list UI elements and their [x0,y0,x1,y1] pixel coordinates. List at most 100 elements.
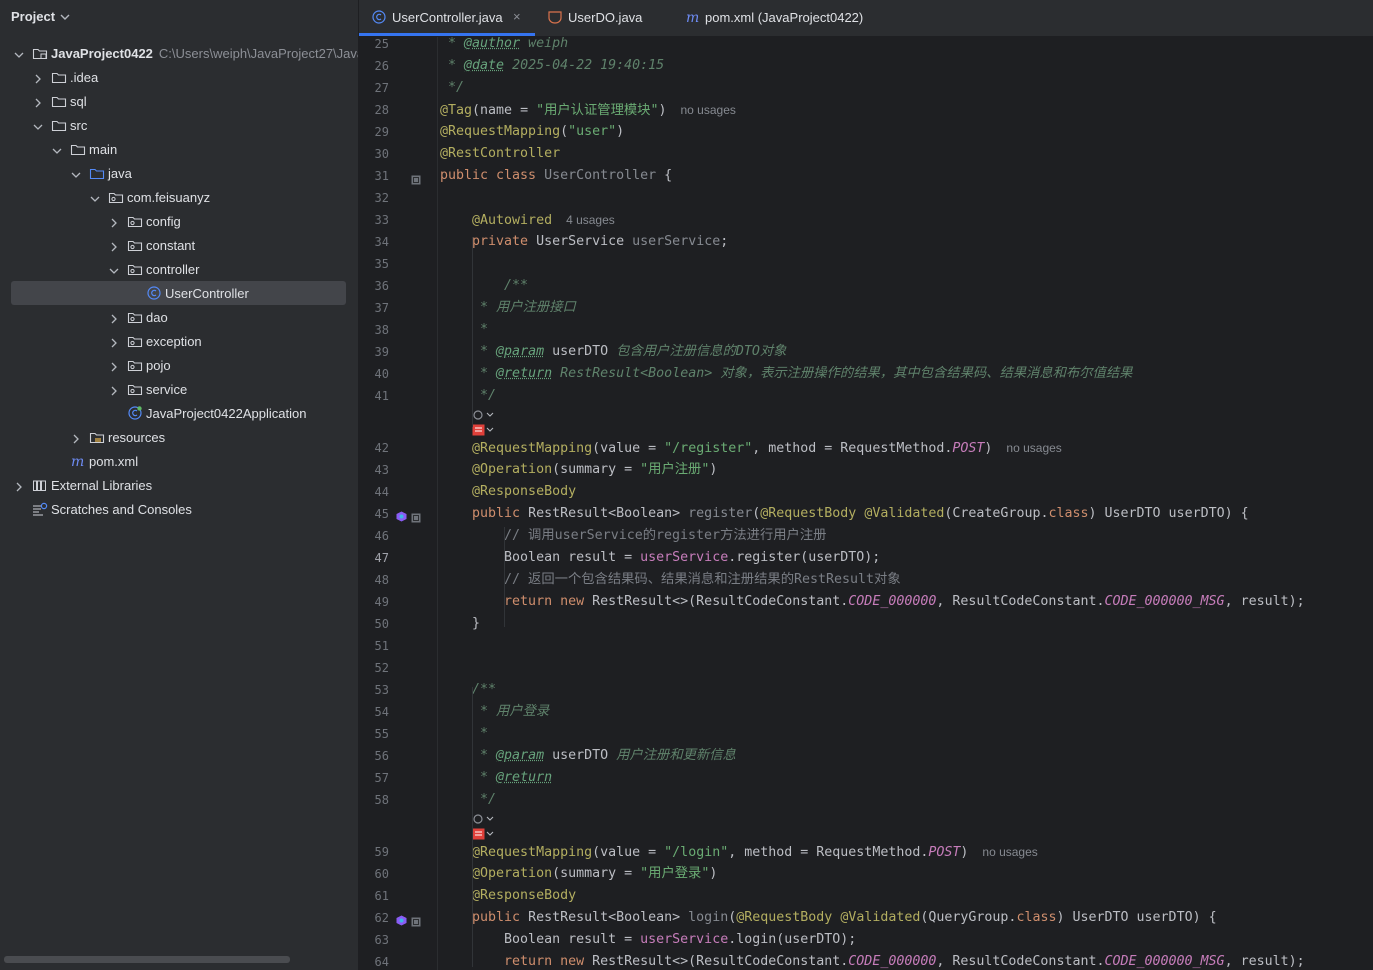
chevron-down-icon[interactable] [14,48,24,58]
tree-item-service[interactable]: service [0,377,358,401]
code-token: * [440,37,465,51]
chevron-right-icon[interactable] [109,312,119,324]
code-line[interactable]: @ResponseBody [440,481,576,503]
code-token: RestResult<>(ResultCodeConstant. [592,954,849,969]
tree-item-javaproject0422[interactable]: JavaProject0422 C:\Users\weiph\JavaProjec… [0,41,358,65]
code-line[interactable]: // 返回一个包含结果码、结果消息和注册结果的RestResult对象 [440,569,901,591]
structure-icon[interactable] [411,914,421,932]
tree-item-usercontroller[interactable]: UserController [0,281,358,305]
code-line[interactable]: * [440,319,488,341]
tree-item-controller[interactable]: controller [0,257,358,281]
code-line[interactable]: * 用户注册接口 [440,297,576,319]
code-line[interactable]: * @param userDTO 用户注册和更新信息 [440,745,736,767]
code-line[interactable]: public RestResult<Boolean> login(@Reques… [440,907,1217,929]
close-icon[interactable]: × [513,9,521,24]
code-line[interactable]: @Tag(name = "用户认证管理模块") no usages [440,99,736,121]
class-icon [371,10,387,27]
horizontal-scrollbar[interactable] [4,956,290,963]
code-token: ) [984,441,993,456]
code-line[interactable]: @RequestMapping(value = "/login", method… [440,841,1038,863]
code-line[interactable]: return new RestResult<>(ResultCodeConsta… [440,951,1305,970]
code-line[interactable]: /** [440,679,496,701]
usages-hint[interactable]: 4 usages [566,213,615,227]
package-icon [127,310,143,324]
chevron-down-icon[interactable] [60,12,70,22]
chevron-down-icon[interactable] [90,192,100,202]
chevron-down-icon[interactable] [109,264,119,274]
code-line[interactable]: /** [440,275,528,297]
chevron-right-icon[interactable] [109,240,119,252]
tree-item-sql[interactable]: sql [0,89,358,113]
code-line[interactable]: */ [440,789,496,811]
tree-item-constant[interactable]: constant [0,233,358,257]
code-line[interactable]: * @author weiph [440,37,568,55]
tree-item-dao[interactable]: dao [0,305,358,329]
tree-item-idea[interactable]: .idea [0,65,358,89]
code-line[interactable]: */ [440,77,464,99]
code-line[interactable]: public RestResult<Boolean> register(@Req… [440,503,1249,525]
endpoint-icon[interactable] [396,913,407,931]
code-line[interactable]: @Autowired 4 usages [440,209,615,231]
structure-icon[interactable] [411,172,421,190]
tree-item-com-feisuanyz[interactable]: com.feisuanyz [0,185,358,209]
code-line[interactable]: public class UserController { [440,165,672,187]
code-line[interactable]: } [440,613,480,635]
tree-item-resources[interactable]: resources [0,425,358,449]
code-token: /** [440,278,529,293]
tree-item-exception[interactable]: exception [0,329,358,353]
code-line[interactable]: @RestController [440,143,560,165]
code-line[interactable]: * @return RestResult<Boolean> 对象，表示注册操作的… [440,363,1132,385]
chevron-right-icon[interactable] [33,72,43,84]
chevron-down-icon[interactable] [52,144,62,154]
code-line[interactable]: Boolean result = userService.register(us… [440,547,880,569]
code-line[interactable]: * @param userDTO 包含用户注册信息的DTO对象 [440,341,786,363]
code-line[interactable]: * 用户登录 [440,701,549,723]
chevron-right-icon[interactable] [14,480,24,492]
tree-item-label: controller [146,262,200,277]
code-token: RestResult< [552,366,649,381]
chevron-down-icon[interactable] [71,168,81,178]
chevron-right-icon[interactable] [109,336,119,348]
code-line[interactable]: @ResponseBody [440,885,576,907]
code-line[interactable]: return new RestResult<>(ResultCodeConsta… [440,591,1305,613]
tree-item-src[interactable]: src [0,113,358,137]
editor-tab-userdo-java[interactable]: UserDO.java [535,0,669,36]
chevron-right-icon[interactable] [109,384,119,396]
structure-icon[interactable] [411,510,421,528]
tree-item-main[interactable]: main [0,137,358,161]
code-line[interactable]: @Operation(summary = "用户登录") [440,863,717,885]
tree-item-pom-xml[interactable]: m pom.xml [0,449,358,473]
code-line[interactable]: Boolean result = userService.login(userD… [440,929,856,951]
code-line[interactable]: */ [440,385,496,407]
endpoint-icon[interactable] [396,509,407,527]
chevron-right-icon[interactable] [71,432,81,444]
code-line[interactable]: // 调用userService的register方法进行用户注册 [440,525,826,547]
code-line[interactable]: * [440,723,488,745]
chevron-right-icon[interactable] [33,96,43,108]
tree-item-external-libraries[interactable]: External Libraries [0,473,358,497]
usages-hint[interactable]: no usages [680,103,735,117]
editor-tab-usercontroller-java[interactable]: UserController.java × [359,0,535,36]
tree-item-pojo[interactable]: pojo [0,353,358,377]
tree-item-config[interactable]: config [0,209,358,233]
code-line[interactable]: @RequestMapping(value = "/register", met… [440,437,1062,459]
code-line[interactable]: * @return [440,767,552,789]
tree-item-label: service [146,382,188,397]
code-line[interactable]: private UserService userService; [440,231,728,253]
editor-tab-pom-xml-javaproject0422[interactable]: m pom.xml (JavaProject0422) [669,0,869,36]
project-panel-title[interactable]: Project [11,9,55,24]
code-line[interactable]: * @date 2025-04-22 19:40:15 [440,55,664,77]
chevron-right-icon[interactable] [109,216,119,228]
project-panel-header[interactable]: Project [0,0,358,34]
usages-hint[interactable]: no usages [1006,441,1061,455]
chevron-right-icon[interactable] [109,360,119,372]
tree-item-java[interactable]: java [0,161,358,185]
tree-item-scratches-and-consoles[interactable]: Scratches and Consoles [0,497,358,521]
tree-item-javaproject0422application[interactable]: JavaProject0422Application [0,401,358,425]
code-editor[interactable]: * @author weiph * @date 2025-04-22 19:40… [438,37,1373,970]
usages-hint[interactable]: no usages [982,845,1037,859]
code-line[interactable]: @Operation(summary = "用户注册") [440,459,717,481]
code-line[interactable]: @RequestMapping("user") [440,121,624,143]
chevron-down-icon[interactable] [33,120,43,130]
tree-item-text: pojo [146,358,171,373]
